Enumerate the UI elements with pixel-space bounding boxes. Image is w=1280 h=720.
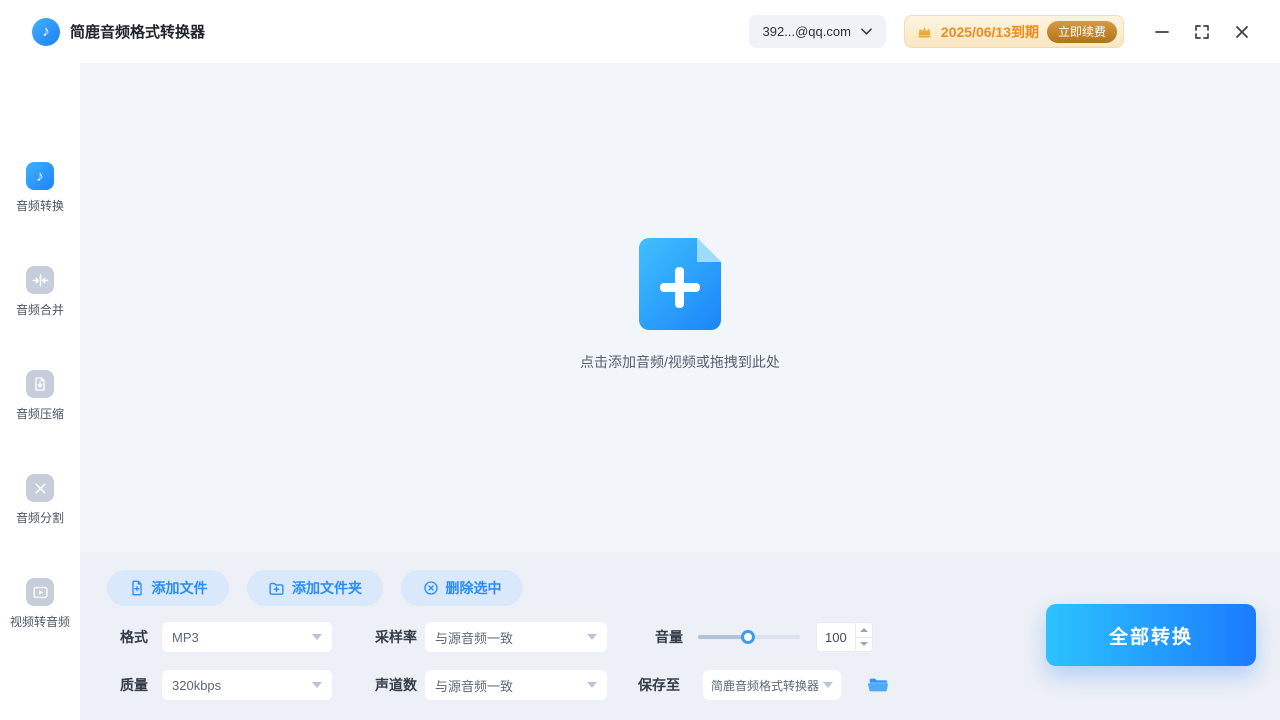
dropdown-arrow-icon <box>312 634 322 640</box>
folder-plus-icon <box>268 580 285 597</box>
save-to-value: 简鹿音频格式转换器 <box>711 677 819 694</box>
close-button[interactable] <box>1226 16 1258 48</box>
plus-icon <box>675 267 684 308</box>
dropzone[interactable]: 点击添加音频/视频或拖拽到此处 <box>80 63 1280 552</box>
save-to-dropdown[interactable]: 简鹿音频格式转换器 <box>703 670 841 700</box>
minimize-button[interactable] <box>1146 16 1178 48</box>
open-folder-button[interactable] <box>866 673 890 697</box>
volume-input[interactable] <box>817 623 855 651</box>
sidebar-item-label: 音频分割 <box>16 509 64 526</box>
sidebar-item-label: 音频转换 <box>16 197 64 214</box>
maximize-button[interactable] <box>1186 16 1218 48</box>
sample-rate-dropdown[interactable]: 与源音频一致 <box>425 622 607 652</box>
audio-merge-icon <box>26 266 54 294</box>
sidebar-item-label: 音频压缩 <box>16 405 64 422</box>
renew-button[interactable]: 立即续费 <box>1047 21 1117 43</box>
sidebar-item-label: 视频转音频 <box>10 613 70 630</box>
save-to-label: 保存至 <box>638 670 680 700</box>
add-file-button[interactable]: 添加文件 <box>107 570 229 606</box>
add-file-label: 添加文件 <box>152 578 208 598</box>
delete-selected-button[interactable]: 删除选中 <box>401 570 523 606</box>
spinner-down-button[interactable] <box>856 638 872 652</box>
spinner-up-button[interactable] <box>856 623 872 638</box>
sidebar-item-label: 音频合并 <box>16 301 64 318</box>
channels-dropdown[interactable]: 与源音频一致 <box>425 670 607 700</box>
format-label: 格式 <box>120 622 148 652</box>
quality-label: 质量 <box>120 670 148 700</box>
audio-compress-icon <box>26 370 54 398</box>
expiry-date: 2025/06/13到期 <box>941 22 1039 42</box>
sidebar-item-audio-compress[interactable]: 音频压缩 <box>0 370 80 422</box>
delete-selected-label: 删除选中 <box>446 578 502 598</box>
window-controls <box>1146 16 1258 48</box>
sample-rate-value: 与源音频一致 <box>435 628 513 647</box>
crown-icon <box>916 23 933 40</box>
brand: ♪ 简鹿音频格式转换器 <box>32 18 205 46</box>
add-file-big-icon[interactable] <box>639 238 721 330</box>
main-panel: 点击添加音频/视频或拖拽到此处 添加文件 添加文件夹 删除选中 格式 MP3 <box>80 63 1280 720</box>
sidebar-item-audio-merge[interactable]: 音频合并 <box>0 266 80 318</box>
volume-slider-knob[interactable] <box>741 630 755 644</box>
sidebar-item-audio-split[interactable]: 音频分割 <box>0 474 80 526</box>
dropzone-hint: 点击添加音频/视频或拖拽到此处 <box>80 352 1280 372</box>
volume-slider[interactable] <box>698 635 800 639</box>
app-title: 简鹿音频格式转换器 <box>70 21 205 42</box>
sidebar-item-video-to-audio[interactable]: 视频转音频 <box>0 578 80 630</box>
chevron-down-icon <box>861 28 872 35</box>
audio-convert-icon: ♪ <box>26 162 54 190</box>
app-window: ♪ 简鹿音频格式转换器 392...@qq.com 2025/06/13到期 立… <box>0 0 1280 720</box>
format-value: MP3 <box>172 630 199 645</box>
sample-rate-label: 采样率 <box>375 622 417 652</box>
triangle-up-icon <box>860 628 868 632</box>
add-folder-button[interactable]: 添加文件夹 <box>247 570 383 606</box>
account-dropdown[interactable]: 392...@qq.com <box>749 15 886 48</box>
account-email: 392...@qq.com <box>763 24 851 39</box>
page-fold <box>697 238 721 262</box>
file-plus-icon <box>129 580 145 596</box>
topbar-right: 392...@qq.com 2025/06/13到期 立即续费 <box>749 15 1258 48</box>
top-bar: ♪ 简鹿音频格式转换器 392...@qq.com 2025/06/13到期 立… <box>0 0 1280 63</box>
music-note-glyph: ♪ <box>42 23 50 40</box>
triangle-down-icon <box>860 642 868 646</box>
circle-x-icon <box>423 580 439 596</box>
format-dropdown[interactable]: MP3 <box>162 622 332 652</box>
add-folder-label: 添加文件夹 <box>292 578 362 598</box>
dropdown-arrow-icon <box>312 682 322 688</box>
dropdown-arrow-icon <box>587 634 597 640</box>
app-logo-icon: ♪ <box>32 18 60 46</box>
license-banner: 2025/06/13到期 立即续费 <box>904 15 1124 48</box>
sidebar: ♪ 音频转换 音频合并 音频压缩 <box>0 63 80 720</box>
channels-value: 与源音频一致 <box>435 676 513 695</box>
audio-split-icon <box>26 474 54 502</box>
channels-label: 声道数 <box>375 670 417 700</box>
folder-icon <box>867 674 889 696</box>
volume-label: 音量 <box>655 622 683 652</box>
video-to-audio-icon <box>26 578 54 606</box>
sidebar-item-audio-convert[interactable]: ♪ 音频转换 <box>0 162 80 214</box>
quality-dropdown[interactable]: 320kbps <box>162 670 332 700</box>
volume-input-box <box>816 622 873 652</box>
dropdown-arrow-icon <box>587 682 597 688</box>
volume-spinner <box>855 623 872 651</box>
dropdown-arrow-icon <box>823 682 833 688</box>
convert-all-button[interactable]: 全部转换 <box>1046 604 1256 666</box>
quality-value: 320kbps <box>172 678 221 693</box>
